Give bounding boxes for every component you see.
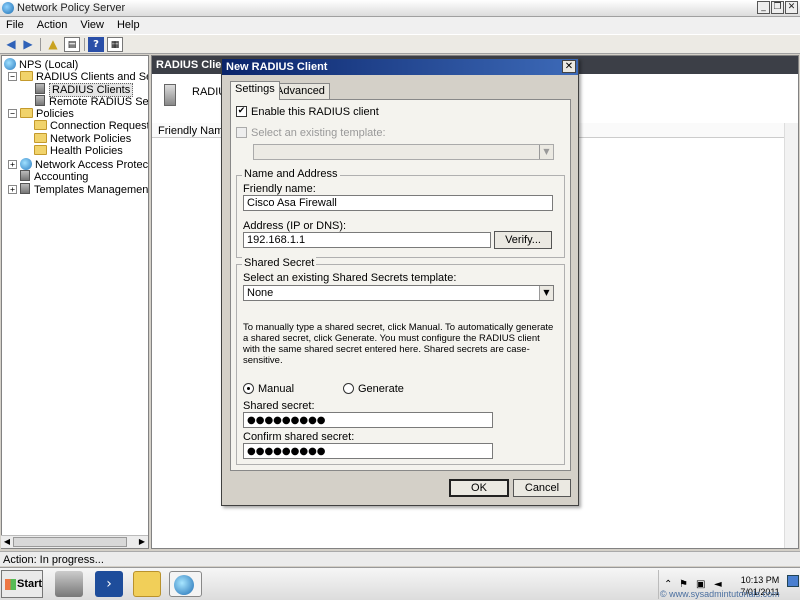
folder-icon	[34, 145, 47, 155]
select-template-label: Select an existing template:	[251, 127, 386, 139]
nps-taskbar-button[interactable]	[169, 571, 202, 597]
folder-icon	[34, 120, 47, 130]
dialog-title: New RADIUS Client ✕	[222, 59, 578, 75]
scrollbar-thumb[interactable]	[13, 537, 127, 547]
nap-shield-icon	[20, 158, 32, 170]
shared-secret-label: Shared secret:	[243, 400, 315, 412]
shared-secret-legend: Shared Secret	[242, 257, 317, 269]
tree-node-health-policies[interactable]: Health Policies	[34, 145, 123, 158]
cancel-button[interactable]: Cancel	[513, 479, 571, 497]
dialog-close-button[interactable]: ✕	[562, 60, 576, 73]
nps-globe-icon	[4, 58, 16, 70]
status-text: Action: In progress...	[3, 554, 104, 566]
menu-action[interactable]: Action	[31, 17, 75, 31]
menu-file[interactable]: File	[0, 17, 31, 31]
toolbar: ◀ ▶ ▲ ▤ ? ▦	[0, 34, 800, 54]
confirm-secret-field[interactable]: ●●●●●●●●●	[243, 443, 493, 459]
nps-globe-icon	[174, 575, 194, 595]
menu-view[interactable]: View	[74, 17, 111, 31]
window-title: Network Policy Server	[17, 2, 126, 14]
windows-flag-icon	[5, 579, 16, 590]
accounting-icon	[20, 170, 30, 181]
server-icon	[35, 83, 45, 94]
show-desktop-icon[interactable]	[787, 575, 799, 587]
minimize-button[interactable]: _	[757, 1, 770, 14]
properties-icon[interactable]: ▦	[107, 37, 123, 52]
scroll-left-icon[interactable]: ◀	[1, 536, 13, 548]
scroll-right-icon[interactable]: ▶	[136, 536, 148, 548]
tree-node-accounting[interactable]: Accounting	[20, 170, 88, 183]
show-hide-tree-icon[interactable]: ▤	[64, 37, 80, 52]
ok-button[interactable]: OK	[449, 479, 509, 497]
tab-advanced[interactable]: Advanced	[271, 83, 330, 99]
chevron-down-icon[interactable]: ▼	[539, 145, 553, 159]
tab-settings[interactable]: Settings	[230, 81, 280, 100]
chevron-down-icon[interactable]: ▼	[539, 286, 553, 300]
maximize-button[interactable]: ❐	[771, 1, 784, 14]
friendly-name-field[interactable]: Cisco Asa Firewall	[243, 195, 553, 211]
powershell-icon[interactable]: ›	[95, 571, 123, 597]
shared-secrets-template-select[interactable]: None ▼	[243, 285, 554, 301]
server-icon	[164, 84, 176, 106]
menu-bar: File Action View Help	[0, 17, 800, 34]
templates-icon	[20, 183, 30, 194]
window-controls: _ ❐ ✕	[757, 1, 798, 14]
expand-icon[interactable]: +	[8, 185, 17, 194]
enable-radius-client-label: Enable this RADIUS client	[251, 106, 379, 118]
console-tree: NPS (Local) −RADIUS Clients and Servers …	[1, 55, 149, 549]
tree-node-templates-management[interactable]: + Templates Management	[8, 183, 148, 196]
collapse-icon[interactable]: −	[8, 72, 17, 81]
template-select[interactable]: ▼	[253, 144, 554, 160]
up-folder-icon[interactable]: ▲	[45, 37, 61, 52]
tree-node-connection-request-policies[interactable]: Connection Request Polici	[34, 120, 148, 133]
back-arrow-icon[interactable]: ◀	[3, 37, 19, 52]
toolbar-separator	[84, 38, 85, 51]
window-titlebar: Network Policy Server _ ❐ ✕	[0, 0, 800, 17]
manual-radio[interactable]	[243, 383, 254, 394]
forward-arrow-icon[interactable]: ▶	[20, 37, 36, 52]
confirm-secret-label: Confirm shared secret:	[243, 431, 355, 443]
folder-icon	[20, 108, 33, 118]
address-field[interactable]: 192.168.1.1	[243, 232, 491, 248]
shared-secret-field[interactable]: ●●●●●●●●●	[243, 412, 493, 428]
shared-template-label: Select an existing Shared Secrets templa…	[243, 272, 457, 284]
close-button[interactable]: ✕	[785, 1, 798, 14]
tree-node-nps-local[interactable]: NPS (Local)	[4, 58, 78, 71]
server-manager-icon[interactable]	[55, 571, 83, 597]
address-label: Address (IP or DNS):	[243, 220, 347, 232]
enable-radius-client-checkbox[interactable]: ✔	[236, 106, 247, 117]
manual-label: Manual	[258, 383, 295, 395]
status-bar: Action: In progress...	[0, 551, 800, 566]
toolbar-separator	[40, 38, 41, 51]
server-icon	[35, 95, 45, 106]
column-header-friendly-name[interactable]: Friendly Name	[158, 125, 230, 137]
tree-horizontal-scrollbar[interactable]: ◀ ▶	[1, 535, 148, 548]
expand-icon[interactable]: +	[8, 160, 17, 169]
verify-button[interactable]: Verify...	[494, 231, 552, 249]
name-address-legend: Name and Address	[242, 168, 340, 180]
collapse-icon[interactable]: −	[8, 109, 17, 118]
select-template-checkbox[interactable]	[236, 127, 247, 138]
explorer-folder-icon[interactable]	[133, 571, 161, 597]
tree-node-remote-radius-server-groups[interactable]: Remote RADIUS Server G	[35, 95, 148, 108]
nps-app-icon	[2, 2, 14, 14]
shared-secret-instructions: To manually type a shared secret, click …	[243, 322, 554, 366]
details-vertical-scrollbar[interactable]	[784, 123, 798, 548]
help-icon[interactable]: ?	[88, 37, 104, 52]
folder-icon	[20, 71, 33, 81]
start-button[interactable]: Start	[1, 570, 43, 598]
folder-icon	[34, 133, 47, 143]
watermark-text: © www.sysadmintutorials.com	[660, 589, 780, 599]
friendly-name-label: Friendly name:	[243, 183, 316, 195]
menu-help[interactable]: Help	[111, 17, 147, 31]
generate-radio[interactable]	[343, 383, 354, 394]
generate-label: Generate	[358, 383, 404, 395]
